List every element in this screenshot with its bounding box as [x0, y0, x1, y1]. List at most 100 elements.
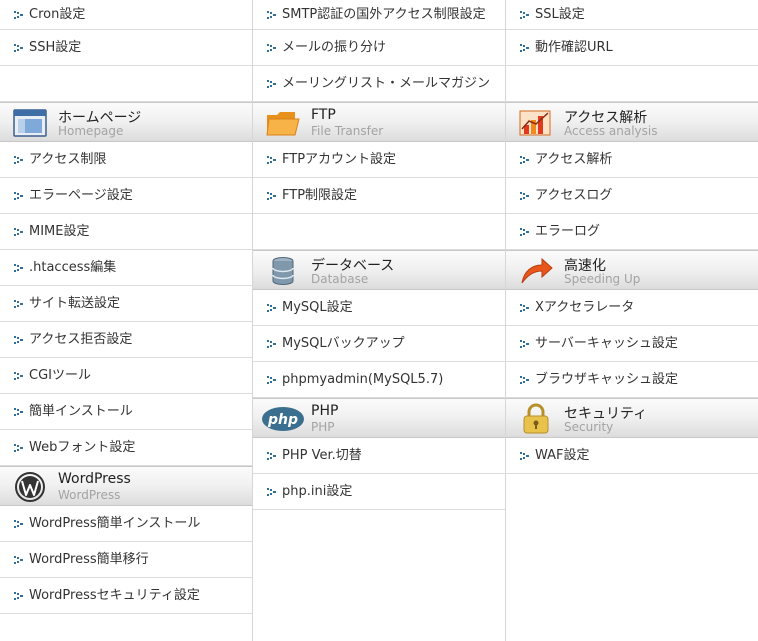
arrow-bullet-icon [14, 371, 24, 381]
arrow-bullet-icon [520, 303, 530, 313]
section-subtitle-wordpress: WordPress [58, 488, 121, 502]
menu-column-middle: SMTP認証の国外アクセス制限設定 メールの振り分け メーリングリスト・メールマ… [253, 0, 506, 641]
section-header-wordpress: WordPress WordPress [0, 466, 252, 506]
arrow-bullet-icon [14, 555, 24, 565]
menu-item-error-log[interactable]: エラーログ [506, 214, 758, 250]
padlock-icon [518, 403, 554, 435]
menu-item-server-cache[interactable]: サーバーキャッシュ設定 [506, 326, 758, 362]
menu-item-test-url[interactable]: 動作確認URL [506, 30, 758, 66]
menu-item-cron[interactable]: Cron設定 [0, 0, 252, 30]
section-header-php: php PHP PHP [253, 398, 505, 438]
menu-item-empty [0, 66, 252, 102]
menu-item-smtp-restriction[interactable]: SMTP認証の国外アクセス制限設定 [253, 0, 505, 30]
menu-item-mysql-settings[interactable]: MySQL設定 [253, 290, 505, 326]
menu-item-easy-install[interactable]: 簡単インストール [0, 394, 252, 430]
menu-item-php-version[interactable]: PHP Ver.切替 [253, 438, 505, 474]
arrow-bullet-icon [14, 443, 24, 453]
menu-item-ftp-restriction[interactable]: FTP制限設定 [253, 178, 505, 214]
arrow-bullet-icon [520, 43, 530, 53]
menu-item-mailing-list[interactable]: メーリングリスト・メールマガジン [253, 66, 505, 102]
section-header-security: セキュリティ Security [506, 398, 758, 438]
menu-item-cgi-tools[interactable]: CGIツール [0, 358, 252, 394]
menu-item-empty [506, 66, 758, 102]
arrow-bullet-icon [14, 263, 24, 273]
bar-chart-icon [518, 107, 554, 139]
arrow-bullet-icon [267, 10, 277, 20]
arrow-bullet-icon [267, 339, 277, 349]
section-subtitle-security: Security [564, 420, 614, 434]
section-header-homepage: ホームページ Homepage [0, 102, 252, 142]
arrow-bullet-icon [14, 407, 24, 417]
menu-item-access-restriction[interactable]: アクセス制限 [0, 142, 252, 178]
menu-column-right: SSL設定 動作確認URL アクセス解析 Access analysis アクセ… [506, 0, 758, 641]
arrow-bullet-icon [14, 43, 24, 53]
menu-item-access-deny[interactable]: アクセス拒否設定 [0, 322, 252, 358]
arrow-bullet-icon [520, 10, 530, 20]
section-header-database: データベース Database [253, 250, 505, 290]
menu-item-htaccess[interactable]: .htaccess編集 [0, 250, 252, 286]
menu-item-mime[interactable]: MIME設定 [0, 214, 252, 250]
menu-item-access-analysis[interactable]: アクセス解析 [506, 142, 758, 178]
menu-item-wp-easy-migration[interactable]: WordPress簡単移行 [0, 542, 252, 578]
section-subtitle-ftp: File Transfer [311, 124, 384, 138]
menu-item-error-page[interactable]: エラーページ設定 [0, 178, 252, 214]
wordpress-logo-icon [12, 471, 48, 503]
arrow-bullet-icon [267, 43, 277, 53]
section-subtitle-php: PHP [311, 420, 335, 434]
arrow-bullet-icon [267, 451, 277, 461]
browser-window-icon [12, 107, 48, 139]
php-logo-icon: php [261, 403, 305, 435]
arrow-bullet-icon [267, 375, 277, 385]
menu-column-left: Cron設定 SSH設定 ホームページ Homepage アクセス制限 エラーペ… [0, 0, 253, 641]
arrow-bullet-icon [520, 451, 530, 461]
arrow-bullet-icon [267, 79, 277, 89]
section-title-wordpress: WordPress [58, 471, 131, 487]
arrow-bullet-icon [520, 375, 530, 385]
arrow-bullet-icon [14, 591, 24, 601]
menu-item-phpmyadmin[interactable]: phpmyadmin(MySQL5.7) [253, 362, 505, 398]
speed-arrow-icon [518, 255, 554, 287]
section-title-ftp: FTP [311, 107, 336, 123]
menu-item-php-ini[interactable]: php.ini設定 [253, 474, 505, 510]
section-subtitle-homepage: Homepage [58, 124, 124, 138]
arrow-bullet-icon [14, 191, 24, 201]
arrow-bullet-icon [14, 519, 24, 529]
arrow-bullet-icon [520, 155, 530, 165]
menu-item-access-log[interactable]: アクセスログ [506, 178, 758, 214]
arrow-bullet-icon [520, 227, 530, 237]
arrow-bullet-icon [14, 155, 24, 165]
arrow-bullet-icon [520, 339, 530, 349]
section-header-access-analysis: アクセス解析 Access analysis [506, 102, 758, 142]
arrow-bullet-icon [14, 299, 24, 309]
arrow-bullet-icon [267, 155, 277, 165]
menu-item-web-font[interactable]: Webフォント設定 [0, 430, 252, 466]
menu-item-ssh[interactable]: SSH設定 [0, 30, 252, 66]
arrow-bullet-icon [14, 227, 24, 237]
menu-item-x-accelerator[interactable]: Xアクセラレータ [506, 290, 758, 326]
arrow-bullet-icon [267, 487, 277, 497]
menu-item-waf[interactable]: WAF設定 [506, 438, 758, 474]
menu-item-empty [253, 214, 505, 250]
section-subtitle-speed: Speeding Up [564, 272, 641, 286]
menu-item-wp-easy-install[interactable]: WordPress簡単インストール [0, 506, 252, 542]
section-header-ftp: FTP File Transfer [253, 102, 505, 142]
section-title-php: PHP [311, 403, 339, 419]
arrow-bullet-icon [267, 303, 277, 313]
section-header-speed: 高速化 Speeding Up [506, 250, 758, 290]
arrow-bullet-icon [520, 191, 530, 201]
menu-item-wp-security[interactable]: WordPressセキュリティ設定 [0, 578, 252, 614]
database-icon [265, 255, 301, 287]
menu-item-browser-cache[interactable]: ブラウザキャッシュ設定 [506, 362, 758, 398]
menu-item-site-redirect[interactable]: サイト転送設定 [0, 286, 252, 322]
php-logo-text: php [267, 412, 298, 428]
menu-item-mail-filter[interactable]: メールの振り分け [253, 30, 505, 66]
section-subtitle-access-analysis: Access analysis [564, 124, 658, 138]
menu-item-ftp-account[interactable]: FTPアカウント設定 [253, 142, 505, 178]
arrow-bullet-icon [14, 335, 24, 345]
menu-item-ssl[interactable]: SSL設定 [506, 0, 758, 30]
menu-item-mysql-backup[interactable]: MySQLバックアップ [253, 326, 505, 362]
arrow-bullet-icon [14, 10, 24, 20]
section-subtitle-database: Database [311, 272, 369, 286]
arrow-bullet-icon [267, 191, 277, 201]
folder-icon [265, 107, 301, 139]
